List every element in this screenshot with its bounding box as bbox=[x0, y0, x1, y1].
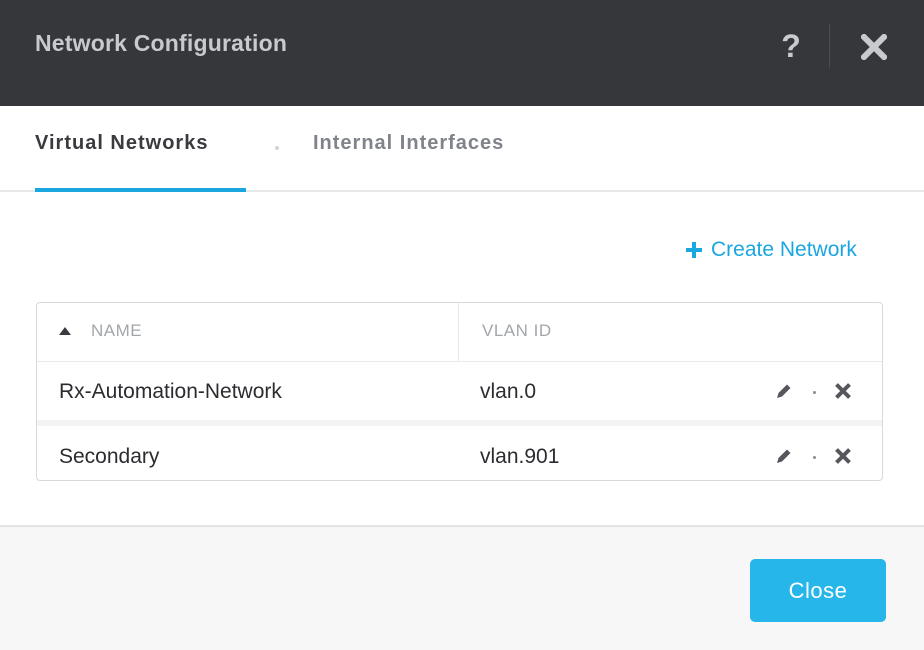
networks-table: NAME VLAN ID Rx-Automation-Network vlan.… bbox=[36, 302, 883, 481]
create-network-label: Create Network bbox=[711, 238, 857, 261]
network-name-cell: Rx-Automation-Network bbox=[59, 380, 282, 403]
close-button[interactable]: Close bbox=[750, 559, 886, 622]
header-divider bbox=[829, 24, 830, 68]
delete-button[interactable] bbox=[832, 380, 854, 402]
dialog-header: Network Configuration ? bbox=[0, 0, 924, 106]
vlan-id-cell: vlan.901 bbox=[480, 445, 560, 468]
help-icon: ? bbox=[781, 27, 801, 64]
close-icon bbox=[861, 34, 887, 60]
active-tab-indicator bbox=[35, 188, 246, 192]
column-header-name-label: NAME bbox=[91, 321, 143, 340]
help-button[interactable]: ? bbox=[774, 24, 808, 68]
action-separator bbox=[813, 456, 816, 459]
vlan-id-cell: vlan.0 bbox=[480, 380, 537, 403]
column-header-vlan[interactable]: VLAN ID bbox=[482, 321, 552, 341]
table-row: Rx-Automation-Network vlan.0 bbox=[37, 361, 882, 426]
plus-icon bbox=[685, 241, 703, 259]
table-header: NAME VLAN ID bbox=[37, 303, 882, 362]
delete-x-icon bbox=[835, 383, 851, 399]
delete-x-icon bbox=[835, 448, 851, 464]
edit-button[interactable] bbox=[774, 381, 794, 401]
action-separator bbox=[813, 391, 816, 394]
column-header-name[interactable]: NAME bbox=[59, 321, 142, 341]
dialog-footer: Close bbox=[0, 525, 924, 650]
sort-ascending-icon bbox=[59, 327, 71, 335]
pencil-icon bbox=[777, 449, 791, 463]
tab-virtual-networks[interactable]: Virtual Networks bbox=[35, 132, 208, 155]
dialog-title: Network Configuration bbox=[35, 30, 288, 56]
create-network-link[interactable]: Create Network bbox=[685, 238, 857, 262]
delete-button[interactable] bbox=[832, 445, 854, 467]
column-divider bbox=[458, 303, 459, 361]
pencil-icon bbox=[777, 384, 791, 398]
tab-separator bbox=[275, 146, 279, 150]
edit-button[interactable] bbox=[774, 446, 794, 466]
tab-internal-interfaces[interactable]: Internal Interfaces bbox=[313, 132, 504, 155]
dialog-close-button[interactable] bbox=[855, 28, 893, 66]
network-name-cell: Secondary bbox=[59, 445, 160, 468]
tab-bar: Virtual Networks Internal Interfaces bbox=[0, 106, 924, 192]
table-row: Secondary vlan.901 bbox=[37, 426, 882, 480]
